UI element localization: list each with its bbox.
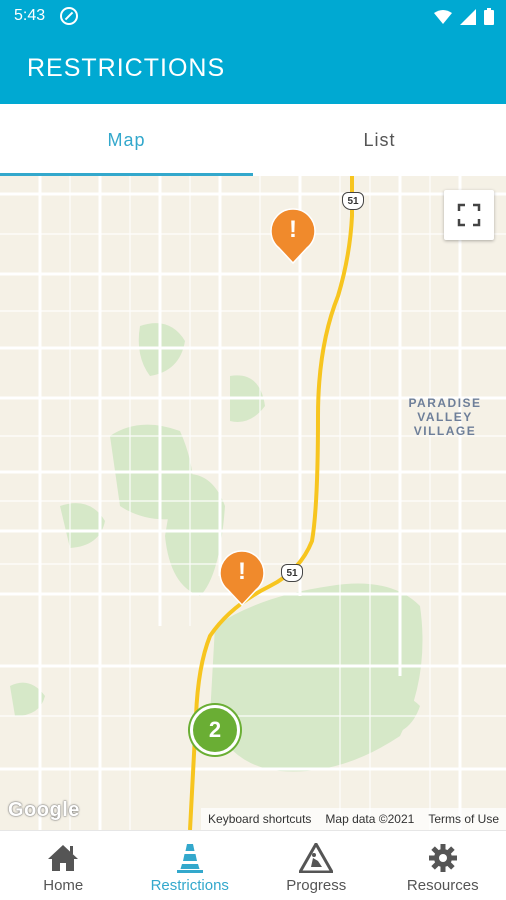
route-shield-mid: 51 [281,564,303,582]
nav-label: Restrictions [150,877,229,894]
map-data-text: Map data ©2021 [318,808,422,830]
fullscreen-icon [457,203,481,227]
wifi-icon [434,9,452,24]
status-time: 5:43 [14,7,46,24]
nav-restrictions[interactable]: Restrictions [127,831,254,900]
nav-label: Home [43,877,84,894]
route-shield-top: 51 [342,192,364,210]
nav-progress[interactable]: Progress [253,831,380,900]
app-bar: RESTRICTIONS [0,32,506,104]
home-icon [48,845,79,871]
do-not-disturb-icon [60,7,78,25]
fullscreen-button[interactable] [444,190,494,240]
page-title: RESTRICTIONS [27,54,226,82]
tab-list[interactable]: List [253,104,506,176]
bottom-navigation: Home Restrictions Progress Resources [0,830,506,900]
nav-label: Progress [286,877,347,894]
place-label: PARADISE VALLEY VILLAGE [408,396,482,438]
nav-home[interactable]: Home [0,831,127,900]
tab-bar: Map List [0,104,506,176]
alert-icon: ! [238,558,246,585]
map-base [0,176,506,830]
map-view[interactable]: PARADISE VALLEY VILLAGE 51 51 ! ! 2 Goog… [0,176,506,830]
signal-icon [460,8,476,25]
terms-of-use-link[interactable]: Terms of Use [421,808,506,830]
restriction-marker-2[interactable]: ! [218,550,266,607]
map-attribution: Keyboard shortcuts Map data ©2021 Terms … [201,808,506,830]
gear-icon [428,844,457,872]
marker-cluster[interactable]: 2 [190,705,240,755]
status-icons [434,8,494,25]
keyboard-shortcuts-link[interactable]: Keyboard shortcuts [201,808,319,830]
alert-icon: ! [289,216,297,243]
status-bar: 5:43 [0,0,506,32]
restriction-marker-1[interactable]: ! [269,208,317,265]
nav-label: Resources [406,877,479,894]
google-logo: Google [8,799,80,821]
battery-icon [484,8,494,25]
nav-resources[interactable]: Resources [380,831,506,900]
tab-map[interactable]: Map [0,104,253,176]
traffic-cone-icon [176,844,203,873]
road-work-icon [299,843,334,873]
